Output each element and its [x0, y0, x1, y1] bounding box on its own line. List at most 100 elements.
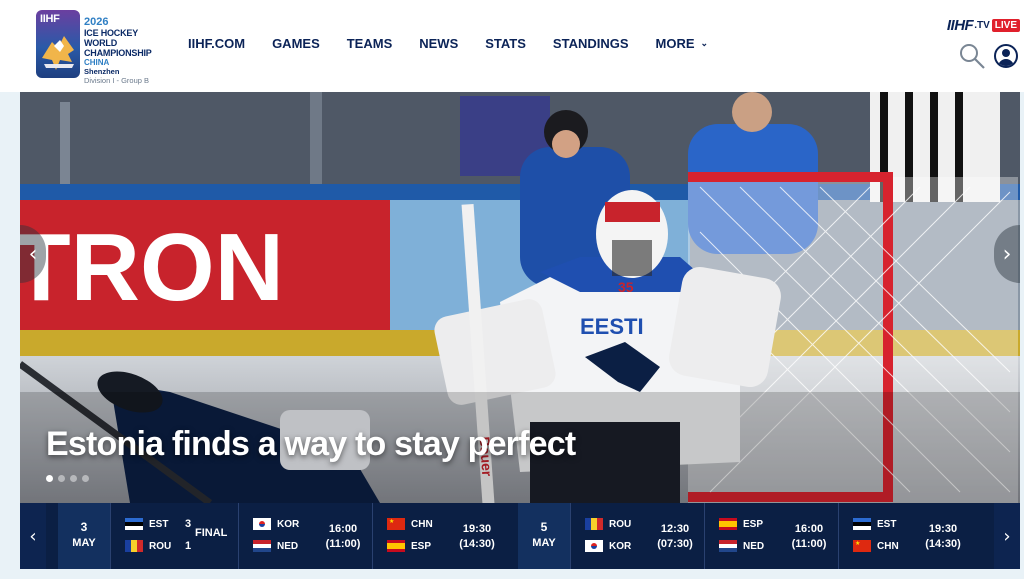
game-card[interactable]: KOR NED 16:00 (11:00): [238, 503, 372, 569]
carousel-dot-1[interactable]: [46, 475, 53, 482]
site-header: IIHF 2026 ICE HOCKEY WORLD CHAMPIONSHIP …: [0, 0, 1024, 92]
hero-headline[interactable]: Estonia finds a way to stay perfect: [46, 425, 576, 464]
nav-item-iihf-com[interactable]: IIHF.COM: [188, 36, 245, 51]
tv-brand: IIHF: [946, 17, 974, 34]
chevron-right-icon: ›: [1002, 241, 1012, 267]
carousel-dot-3[interactable]: [70, 475, 77, 482]
eagle-mascot-icon: [42, 36, 74, 70]
away-team-name: KOR: [609, 540, 632, 552]
flag-chn: ★: [387, 518, 405, 530]
chevron-left-icon: ‹: [28, 241, 38, 267]
logo-city: Shenzhen: [84, 67, 120, 76]
game-card[interactable]: ESP NED 16:00 (11:00): [704, 503, 838, 569]
game-start-time: 19:30: [462, 523, 492, 535]
game-card[interactable]: EST ★ CHN 19:30 (14:30): [838, 503, 972, 569]
main-nav: IIHF.COM GAMES TEAMS NEWS STATS STANDING…: [188, 36, 735, 51]
game-status: FINAL: [195, 527, 228, 539]
chevron-right-icon: ›: [1003, 525, 1011, 547]
away-team-name: ESP: [411, 540, 432, 552]
chevron-down-icon: ⌄: [700, 38, 709, 48]
nav-item-more-label: MORE: [655, 36, 695, 51]
game-local-time: (07:30): [657, 538, 693, 550]
jersey-text: EESTI: [580, 314, 644, 339]
user-account-button[interactable]: [994, 44, 1018, 68]
search-icon: [960, 44, 985, 69]
home-team-score: 3: [185, 518, 192, 530]
home-team-name: ROU: [609, 518, 632, 530]
live-badge: LIVE: [991, 19, 1020, 32]
game-time: 16:00 (11:00): [789, 522, 829, 552]
nav-item-more[interactable]: MORE ⌄: [656, 36, 709, 51]
logo-year: 2026: [84, 16, 109, 28]
home-team-name: KOR: [277, 518, 300, 530]
logo-badge-text: IIHF: [40, 13, 60, 25]
game-start-time: 12:30: [660, 523, 690, 535]
user-icon: [1002, 49, 1010, 57]
logo-country: CHINA: [84, 58, 110, 67]
search-button[interactable]: [958, 42, 986, 70]
game-card[interactable]: EST 3 ROU 1 FINAL: [110, 503, 238, 569]
user-icon-body: [998, 59, 1014, 66]
logo-wordmark: 2026 ICE HOCKEY WORLD CHAMPIONSHIP CHINA…: [84, 16, 152, 85]
game-local-time: (11:00): [325, 538, 361, 550]
game-local-time: (11:00): [791, 538, 827, 550]
away-team-score: 1: [185, 540, 192, 552]
iihf-tv-live-link[interactable]: IIHF .TV LIVE: [947, 17, 1020, 34]
logo-line-1: ICE HOCKEY: [84, 28, 139, 38]
date-day: 3: [80, 520, 88, 534]
game-time: 12:30 (07:30): [655, 522, 695, 552]
ad-board-text: TRON: [20, 214, 284, 321]
carousel-dot-2[interactable]: [58, 475, 65, 482]
away-team-name: NED: [743, 540, 765, 552]
logo-line-3: CHAMPIONSHIP: [84, 48, 152, 58]
game-time: 19:30 (14:30): [923, 522, 963, 552]
away-team-row: KOR: [585, 540, 635, 552]
game-local-time: (14:30): [925, 538, 961, 550]
flag-kor: [585, 540, 603, 552]
flag-kor: [253, 518, 271, 530]
flag-rou: [125, 540, 143, 552]
home-team-row: EST 3: [125, 518, 191, 530]
flag-esp: [387, 540, 405, 552]
game-card[interactable]: ★ CHN ESP 19:30 (14:30): [372, 503, 506, 569]
date-month: MAY: [72, 537, 96, 549]
mask-number: 35: [618, 279, 634, 295]
game-local-time: (14:30): [459, 538, 495, 550]
flag-est: [853, 518, 871, 530]
flag-ned: [253, 540, 271, 552]
flag-rou: [585, 518, 603, 530]
flag-chn: ★: [853, 540, 871, 552]
tv-suffix: .TV: [974, 20, 990, 31]
away-team-name: NED: [277, 540, 299, 552]
scores-next-button[interactable]: ›: [994, 503, 1020, 569]
date-day: 5: [540, 520, 548, 534]
flag-ned: [719, 540, 737, 552]
nav-item-standings[interactable]: STANDINGS: [553, 36, 629, 51]
home-team-row: ESP: [719, 518, 769, 530]
championship-logo[interactable]: IIHF 2026 ICE HOCKEY WORLD CHAMPIONSHIP …: [36, 10, 166, 85]
home-team-row: EST: [853, 518, 903, 530]
hero-carousel[interactable]: TRON EESTI 35 Bauer Estonia finds a way …: [20, 92, 1020, 503]
game-start-time: 19:30: [928, 523, 958, 535]
scores-ticker: ‹ 3 MAY EST 3 ROU 1 FINAL KOR NED 16:00 …: [20, 503, 1020, 569]
carousel-dot-4[interactable]: [82, 475, 89, 482]
home-team-name: ESP: [743, 518, 764, 530]
chevron-left-icon: ‹: [29, 525, 37, 547]
away-team-row: ROU 1: [125, 540, 191, 552]
home-team-row: KOR: [253, 518, 303, 530]
nav-item-news[interactable]: NEWS: [419, 36, 458, 51]
away-team-name: ROU: [149, 540, 172, 552]
game-card[interactable]: ROU KOR 12:30 (07:30): [570, 503, 704, 569]
home-team-row: ROU: [585, 518, 635, 530]
nav-item-games[interactable]: GAMES: [272, 36, 320, 51]
nav-item-teams[interactable]: TEAMS: [347, 36, 393, 51]
flag-est: [125, 518, 143, 530]
carousel-dots: [46, 475, 89, 482]
logo-line-2: WORLD: [84, 38, 117, 48]
nav-item-stats[interactable]: STATS: [485, 36, 526, 51]
scores-prev-button[interactable]: ‹: [20, 503, 46, 569]
home-team-name: EST: [877, 518, 897, 530]
date-cell: 3 MAY: [58, 503, 110, 569]
home-team-name: CHN: [411, 518, 433, 530]
home-team-name: EST: [149, 518, 169, 530]
